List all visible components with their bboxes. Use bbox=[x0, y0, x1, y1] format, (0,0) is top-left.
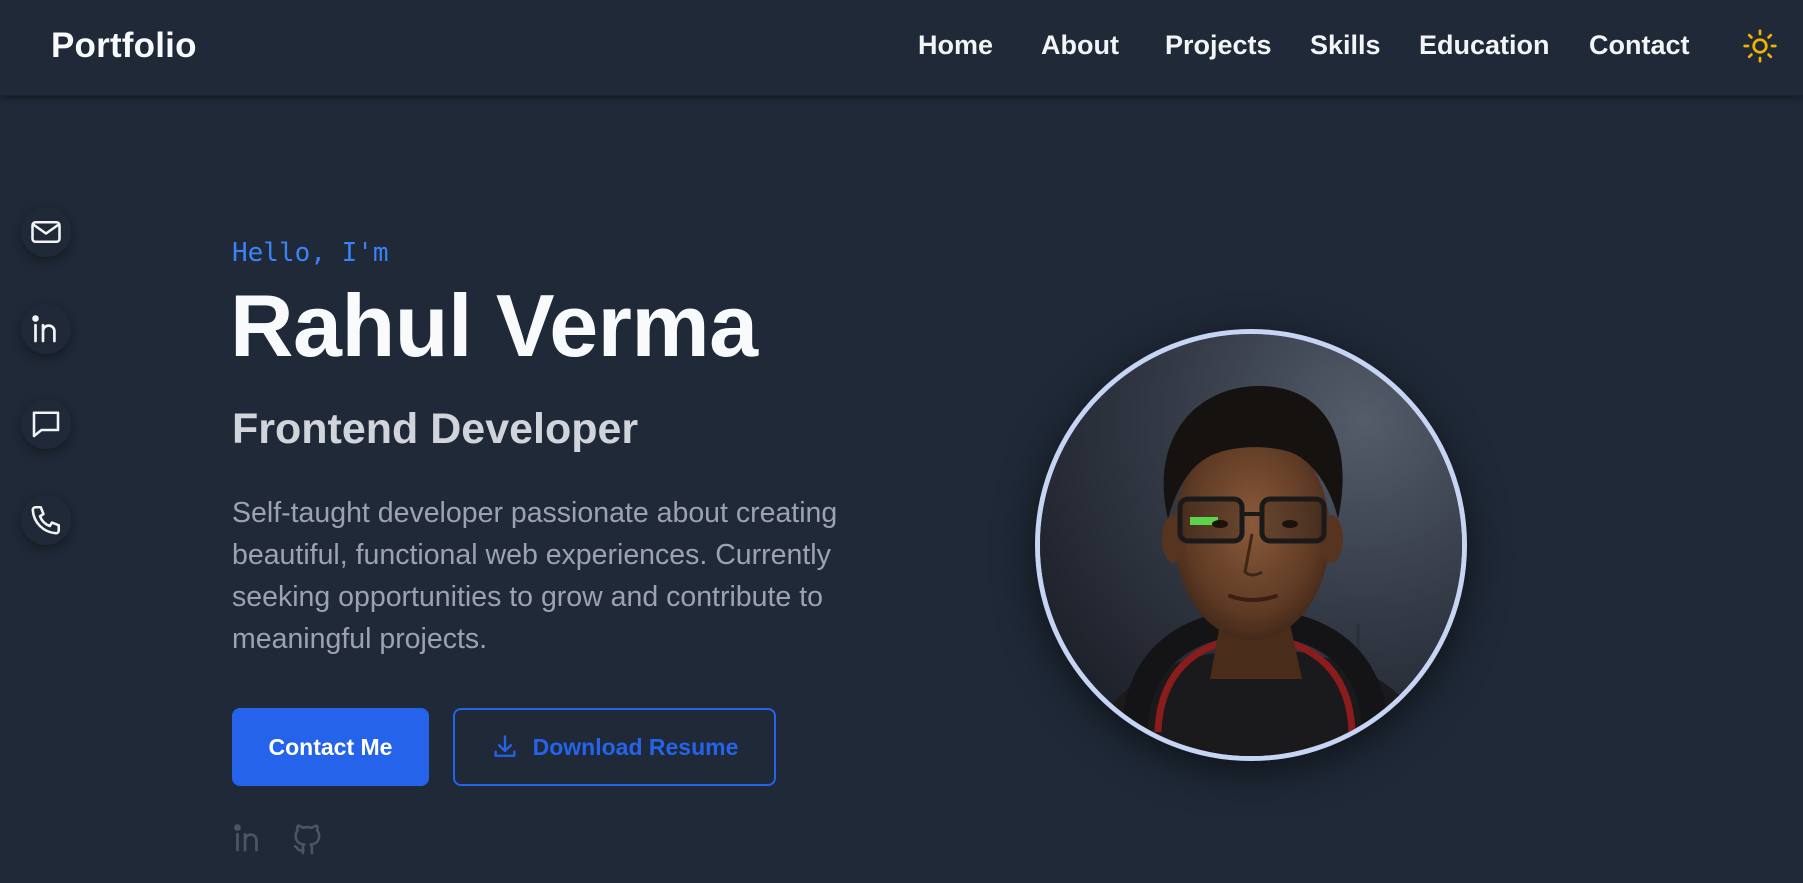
download-resume-label: Download Resume bbox=[532, 733, 739, 760]
hero-bio: Self-taught developer passionate about c… bbox=[232, 497, 838, 655]
nav-education[interactable]: Education bbox=[1419, 30, 1550, 61]
hero-role: Frontend Developer bbox=[232, 405, 639, 453]
contact-me-label: Contact Me bbox=[268, 733, 393, 760]
message-icon bbox=[32, 411, 60, 438]
side-mail-button[interactable] bbox=[21, 207, 71, 257]
linkedin-icon bbox=[234, 824, 258, 852]
nav-projects[interactable]: Projects bbox=[1165, 30, 1272, 61]
theme-toggle-button[interactable] bbox=[1742, 28, 1778, 64]
phone-icon bbox=[31, 505, 61, 535]
profile-portrait-illustration bbox=[1040, 334, 1462, 756]
nav-links: Home About Projects Skills Education Con… bbox=[0, 30, 1803, 70]
side-phone-button[interactable] bbox=[21, 495, 71, 545]
download-resume-button[interactable]: Download Resume bbox=[453, 708, 776, 786]
navbar: Portfolio Home About Projects Skills Edu… bbox=[0, 0, 1803, 96]
sun-icon bbox=[1743, 29, 1777, 63]
nav-contact[interactable]: Contact bbox=[1589, 30, 1690, 61]
mail-icon bbox=[31, 220, 61, 244]
hero-linkedin-link[interactable] bbox=[230, 820, 266, 856]
hero-name: Rahul Verma bbox=[230, 276, 758, 375]
side-linkedin-button[interactable] bbox=[21, 304, 71, 354]
nav-about[interactable]: About bbox=[1041, 30, 1119, 61]
hero-github-link[interactable] bbox=[290, 820, 326, 856]
side-message-button[interactable] bbox=[21, 399, 71, 449]
download-icon bbox=[494, 735, 516, 757]
github-icon bbox=[293, 824, 321, 855]
hero-greeting: Hello, I'm bbox=[232, 238, 389, 268]
contact-me-button[interactable]: Contact Me bbox=[232, 708, 429, 786]
profile-photo bbox=[1035, 329, 1467, 761]
nav-skills[interactable]: Skills bbox=[1310, 30, 1381, 61]
linkedin-icon bbox=[32, 315, 56, 343]
nav-home[interactable]: Home bbox=[918, 30, 993, 61]
